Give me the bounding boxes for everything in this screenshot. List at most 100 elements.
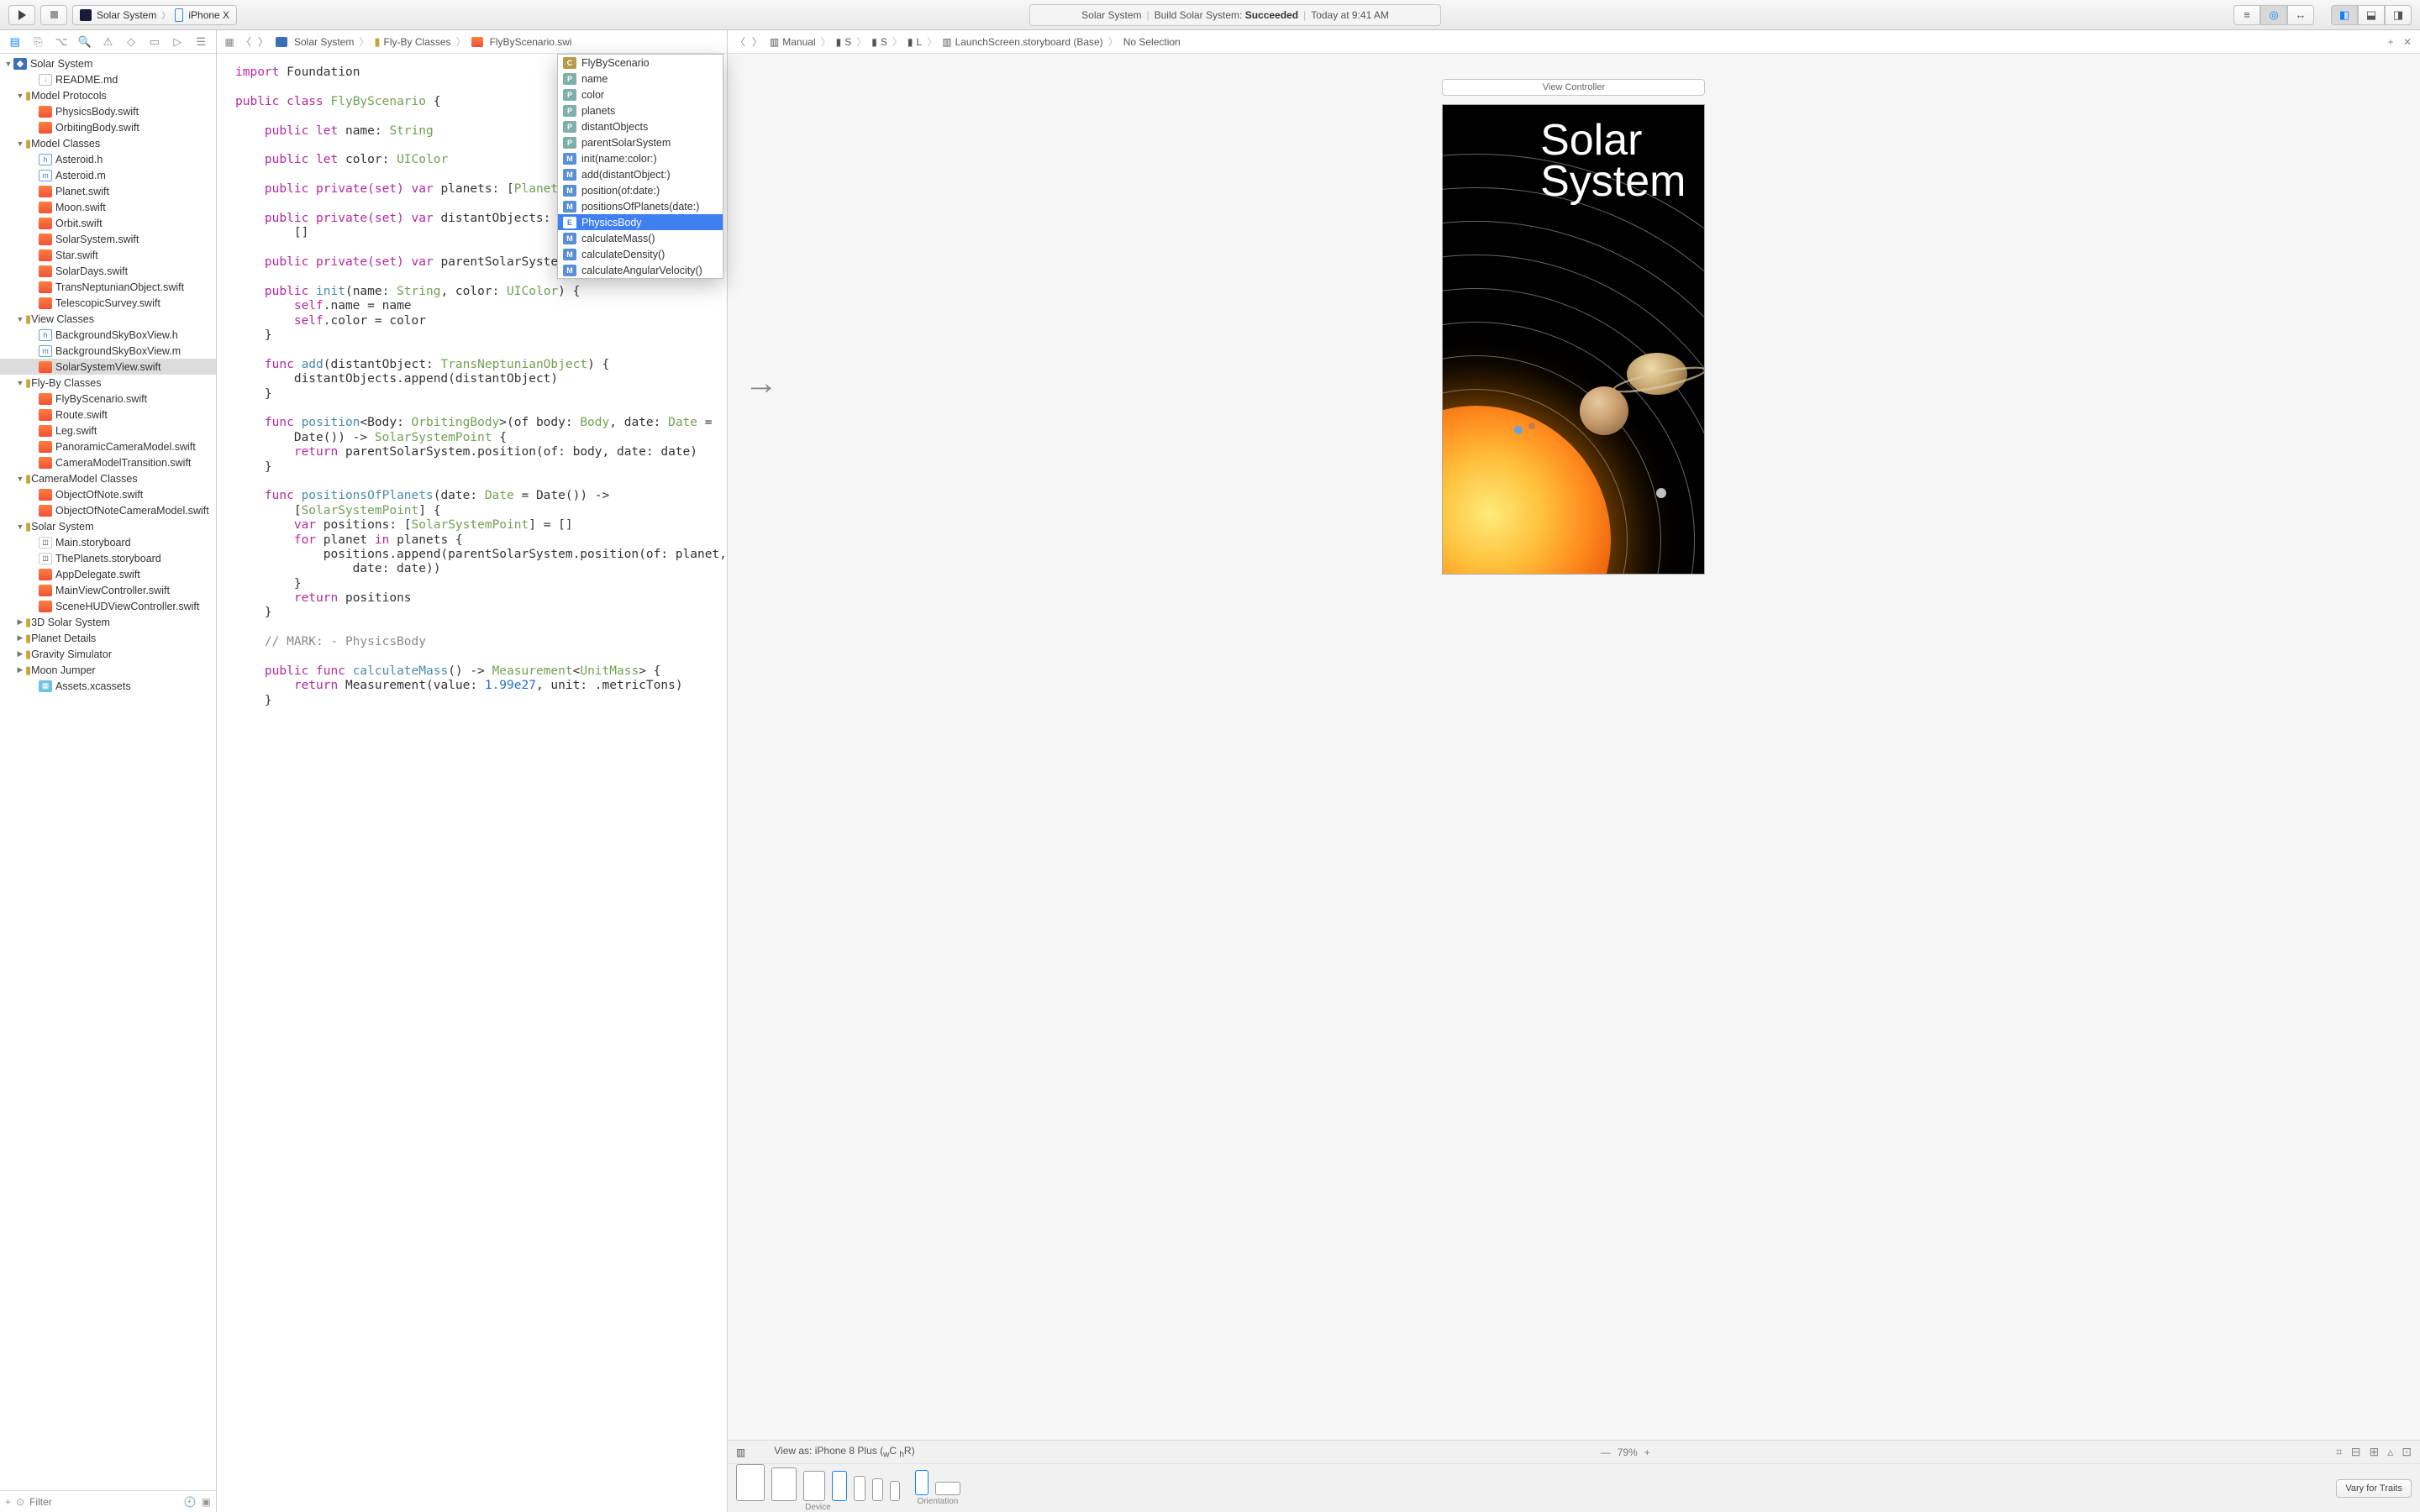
add-icon[interactable]: + [5, 1496, 11, 1508]
autocomplete-item[interactable]: EPhysicsBody [558, 214, 723, 230]
device-picker[interactable] [736, 1464, 900, 1501]
close-assistant-icon[interactable]: ✕ [2400, 36, 2415, 48]
tree-file[interactable]: Star.swift [0, 247, 216, 263]
tree-file[interactable]: TelescopicSurvey.swift [0, 295, 216, 311]
resolve-icon[interactable]: ▵ [2387, 1445, 2393, 1459]
standard-editor-button[interactable]: ≡ [2233, 5, 2260, 25]
autocomplete-item[interactable]: McalculateDensity() [558, 246, 723, 262]
run-button[interactable] [8, 5, 35, 25]
back-icon[interactable]: 〈 [239, 34, 254, 49]
report-navigator-tab[interactable]: ☰ [193, 34, 208, 50]
view-as-label[interactable]: View as: iPhone 8 Plus (wC hR) [774, 1445, 914, 1459]
portrait-icon[interactable] [915, 1470, 929, 1495]
autocomplete-item[interactable]: Pplanets [558, 102, 723, 118]
autocomplete-item[interactable]: PparentSolarSystem [558, 134, 723, 150]
add-assistant-icon[interactable]: + [2383, 36, 2398, 48]
jump-seg[interactable]: S [844, 36, 851, 48]
autocomplete-item[interactable]: PdistantObjects [558, 118, 723, 134]
tree-file[interactable]: Planet.swift [0, 183, 216, 199]
zoom-out-button[interactable]: — [1601, 1446, 1611, 1458]
project-tree[interactable]: ▼◆Solar System↓README.md▼▮Model Protocol… [0, 54, 216, 1490]
tree-file[interactable]: Route.swift [0, 407, 216, 423]
tree-group[interactable]: ▶▮Gravity Simulator [0, 646, 216, 662]
tree-group[interactable]: ▼▮View Classes [0, 311, 216, 327]
tree-file[interactable]: ◫Main.storyboard [0, 534, 216, 550]
tree-file[interactable]: Moon.swift [0, 199, 216, 215]
ipad-icon[interactable] [771, 1467, 797, 1501]
autocomplete-item[interactable]: Madd(distantObject:) [558, 166, 723, 182]
version-editor-button[interactable]: ↔ [2287, 5, 2314, 25]
jump-seg-project[interactable]: Solar System [294, 36, 354, 48]
autocomplete-popup[interactable]: CFlyByScenarioPnamePcolorPplanetsPdistan… [557, 54, 723, 279]
tree-file[interactable]: SceneHUDViewController.swift [0, 598, 216, 614]
autocomplete-item[interactable]: Mposition(of:date:) [558, 182, 723, 198]
tree-file[interactable]: ▦Assets.xcassets [0, 678, 216, 694]
zoom-in-button[interactable]: + [1644, 1446, 1650, 1458]
project-navigator-tab[interactable]: ▤ [8, 34, 23, 50]
toggle-navigator-button[interactable]: ◧ [2331, 5, 2358, 25]
tree-file[interactable]: mAsteroid.m [0, 167, 216, 183]
symbol-navigator-tab[interactable]: ⌥ [54, 34, 69, 50]
breakpoint-navigator-tab[interactable]: ▷ [170, 34, 185, 50]
find-navigator-tab[interactable]: 🔍 [77, 34, 92, 50]
tree-file[interactable]: SolarSystem.swift [0, 231, 216, 247]
tree-group[interactable]: ▶▮Moon Jumper [0, 662, 216, 678]
autocomplete-item[interactable]: MpositionsOfPlanets(date:) [558, 198, 723, 214]
test-navigator-tab[interactable]: ◇ [124, 34, 139, 50]
ipad-pro-icon[interactable] [736, 1464, 765, 1501]
tree-file[interactable]: FlyByScenario.swift [0, 391, 216, 407]
jump-seg-file[interactable]: FlyByScenario.swi [490, 36, 572, 48]
tree-file[interactable]: PanoramicCameraModel.swift [0, 438, 216, 454]
tree-file[interactable]: OrbitingBody.swift [0, 119, 216, 135]
filter-icon[interactable]: ⊙ [16, 1496, 24, 1508]
issue-navigator-tab[interactable]: ⚠ [100, 34, 115, 50]
orientation-picker[interactable] [915, 1470, 960, 1495]
ipad-mini-icon[interactable] [803, 1471, 825, 1501]
landscape-icon[interactable] [935, 1482, 960, 1495]
tree-file[interactable]: ↓README.md [0, 71, 216, 87]
assistant-editor-button[interactable]: ◎ [2260, 5, 2287, 25]
document-outline-icon[interactable]: ▥ [736, 1446, 745, 1458]
toggle-debug-button[interactable]: ⬓ [2358, 5, 2385, 25]
scm-filter-icon[interactable]: ▣ [202, 1496, 211, 1508]
tree-file[interactable]: SolarDays.swift [0, 263, 216, 279]
toggle-utilities-button[interactable]: ◨ [2385, 5, 2412, 25]
vc-title-bar[interactable]: View Controller [1442, 79, 1705, 96]
jump-seg-selection[interactable]: No Selection [1123, 36, 1181, 48]
ib-canvas[interactable]: → View Controller [728, 54, 2420, 1440]
tree-file[interactable]: SolarSystemView.swift [0, 359, 216, 375]
recent-icon[interactable]: 🕘 [184, 1496, 197, 1508]
align-icon[interactable]: ⊟ [2351, 1445, 2361, 1459]
launch-screen-preview[interactable]: SolarSystem [1442, 104, 1705, 575]
pin-icon[interactable]: ⊞ [2370, 1445, 2380, 1459]
embed-icon[interactable]: ⌗ [2336, 1445, 2343, 1459]
tree-group[interactable]: ▼▮Solar System [0, 518, 216, 534]
jump-seg-group[interactable]: Fly-By Classes [384, 36, 451, 48]
jump-seg[interactable]: L [917, 36, 923, 48]
autocomplete-item[interactable]: Pcolor [558, 87, 723, 102]
forward-icon[interactable]: 〉 [750, 34, 765, 49]
tree-group[interactable]: ▼▮Fly-By Classes [0, 375, 216, 391]
debug-navigator-tab[interactable]: ▭ [147, 34, 162, 50]
primary-jump-bar[interactable]: ▦ 〈 〉 Solar System 〉 ▮Fly-By Classes 〉 F… [217, 30, 727, 54]
jump-seg[interactable]: S [881, 36, 887, 48]
tree-group[interactable]: ▶▮3D Solar System [0, 614, 216, 630]
tree-root[interactable]: ▼◆Solar System [0, 55, 216, 71]
tree-file[interactable]: ObjectOfNote.swift [0, 486, 216, 502]
autocomplete-item[interactable]: Pname [558, 71, 723, 87]
stop-button[interactable] [40, 5, 67, 25]
tree-file[interactable]: Leg.swift [0, 423, 216, 438]
tree-file[interactable]: ObjectOfNoteCameraModel.swift [0, 502, 216, 518]
forward-icon[interactable]: 〉 [255, 34, 271, 49]
related-items-icon[interactable]: ▦ [222, 36, 237, 48]
tree-file[interactable]: Orbit.swift [0, 215, 216, 231]
tree-file[interactable]: hBackgroundSkyBoxView.h [0, 327, 216, 343]
back-icon[interactable]: 〈 [733, 34, 748, 49]
scheme-selector[interactable]: Solar System 〉 iPhone X [72, 5, 237, 25]
tree-file[interactable]: CameraModelTransition.swift [0, 454, 216, 470]
autocomplete-item[interactable]: Minit(name:color:) [558, 150, 723, 166]
tree-file[interactable]: AppDelegate.swift [0, 566, 216, 582]
assistant-mode[interactable]: Manual [782, 36, 815, 48]
tree-file[interactable]: mBackgroundSkyBoxView.m [0, 343, 216, 359]
tree-file[interactable]: PhysicsBody.swift [0, 103, 216, 119]
